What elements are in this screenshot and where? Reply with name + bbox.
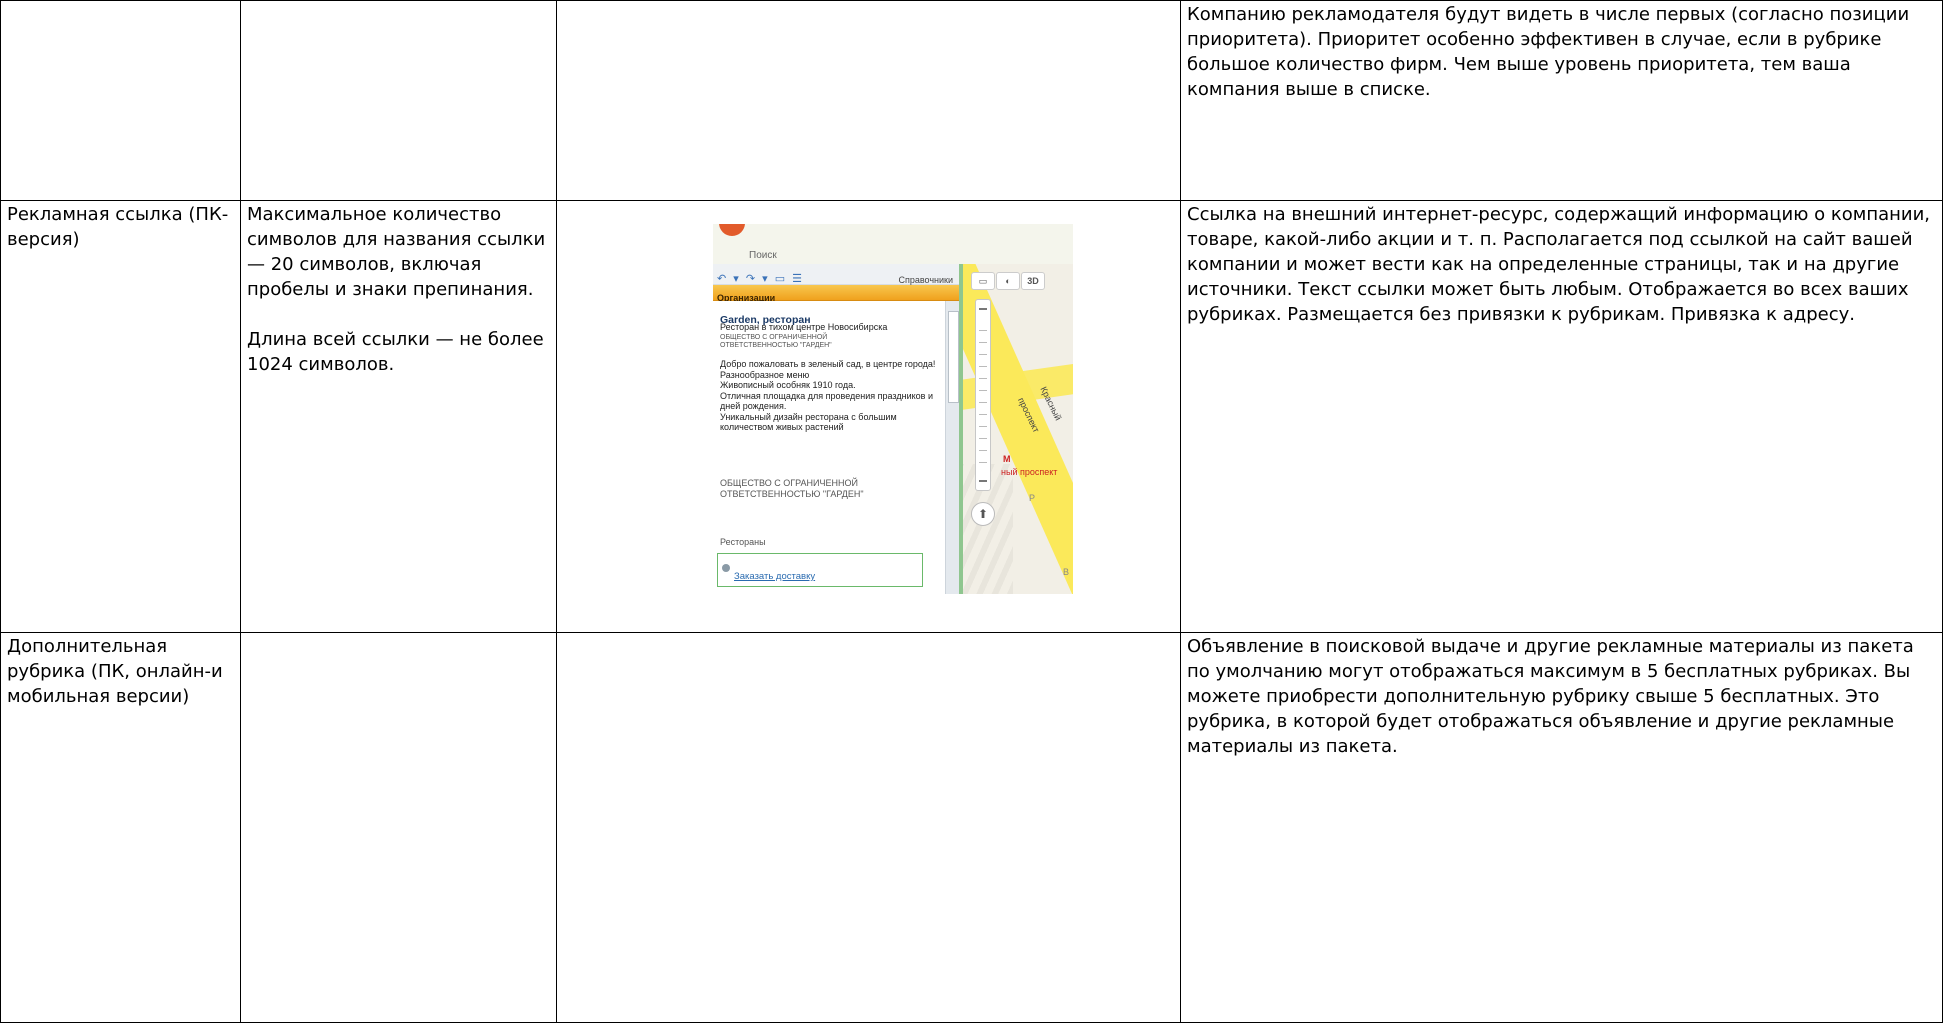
category-label: Рестораны (720, 537, 766, 547)
legal-name-small: ОБЩЕСТВО С ОГРАНИЧЕННОЙ ОТВЕТСТВЕННОСТЬЮ… (720, 334, 832, 349)
link-icon (722, 564, 730, 572)
layers-icon: ◐ (996, 272, 1020, 290)
toolbar: ↶ ▾ ↷ ▾ ▭ ☰ Справочники (713, 264, 959, 285)
organizations-tab: Организации (713, 285, 959, 303)
cell-requirements (240, 0, 557, 201)
ruler-icon: ▭ (971, 272, 995, 290)
ad-link-box: Заказать доставку (717, 553, 923, 587)
cell-requirements: Максимальное количество символов для наз… (240, 200, 557, 633)
example-screenshot: Поиск ↶ ▾ ↷ ▾ ▭ ☰ Справочники Организаци… (713, 224, 1073, 594)
cell-description: Ссылка на внешний интернет-ресурс, содер… (1180, 200, 1943, 633)
requirement-text: Максимальное количество символов для наз… (247, 204, 546, 300)
app-header: Поиск (713, 224, 1073, 264)
table-row: Дополнительная рубрика (ПК, онлайн-и моб… (0, 632, 1943, 1023)
map-metro-label: М (1003, 454, 1011, 464)
cell-product-name: Рекламная ссылка (ПК-версия) (0, 200, 241, 633)
scrollbar-thumb (948, 311, 959, 403)
3d-button: 3D (1021, 272, 1045, 290)
table-row: Компанию рекламодателя будут видеть в чи… (0, 0, 1943, 201)
legal-name: ОБЩЕСТВО С ОГРАНИЧЕННОЙ ОТВЕТСТВЕННОСТЬЮ… (720, 478, 864, 499)
cell-requirements (240, 632, 557, 1023)
table-row: Рекламная ссылка (ПК-версия) Максимально… (0, 200, 1943, 633)
compass-icon: ⬆ (971, 502, 995, 526)
cell-example (556, 632, 1181, 1023)
zoom-slider (975, 299, 991, 491)
cell-product-name: Дополнительная рубрика (ПК, онлайн-и моб… (0, 632, 241, 1023)
cell-description: Компанию рекламодателя будут видеть в чи… (1180, 0, 1943, 201)
cell-example: Поиск ↶ ▾ ↷ ▾ ▭ ☰ Справочники Организаци… (556, 200, 1181, 633)
company-description: Добро пожаловать в зеленый сад, в центре… (720, 359, 936, 432)
cell-example (556, 0, 1181, 201)
requirement-text: Длина всей ссылки — не более 1024 символ… (247, 329, 544, 375)
map-letter: Р (1029, 493, 1036, 503)
company-subtitle: Ресторан в тихом центре Новосибирска (720, 322, 888, 332)
product-name: Дополнительная рубрика (ПК, онлайн-и моб… (7, 636, 223, 707)
advertising-table: Компанию рекламодателя будут видеть в чи… (0, 0, 1943, 1023)
app-logo-icon (719, 224, 745, 236)
product-name: Рекламная ссылка (ПК-версия) (7, 204, 229, 250)
scrollbar (945, 301, 960, 594)
cell-description: Объявление в поисковой выдаче и другие р… (1180, 632, 1943, 1023)
ad-link: Заказать доставку (734, 571, 816, 582)
map-letter: В (1063, 567, 1070, 577)
cell-product-name (0, 0, 241, 201)
